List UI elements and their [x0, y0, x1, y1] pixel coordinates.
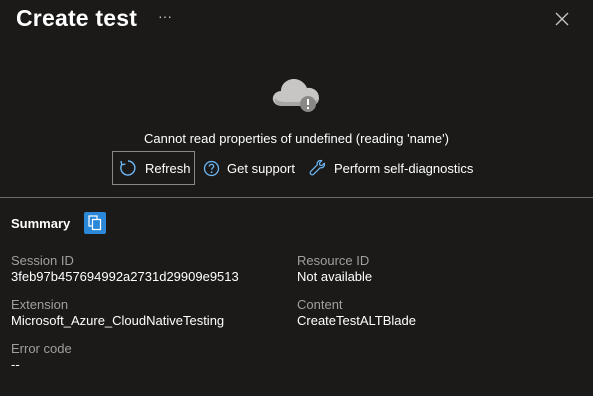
content-value: CreateTestALTBlade	[297, 313, 416, 328]
copy-button[interactable]	[84, 212, 107, 234]
extension-label: Extension	[11, 297, 69, 312]
error-code-label: Error code	[11, 341, 72, 356]
extension-value: Microsoft_Azure_CloudNativeTesting	[11, 313, 225, 328]
divider	[0, 197, 593, 198]
refresh-label: Refresh	[145, 160, 191, 176]
resource-id-value: Not available	[297, 269, 373, 284]
get-support-label: Get support	[227, 160, 295, 176]
session-id-label: Session ID	[11, 253, 74, 268]
error-message: Cannot read properties of undefined (rea…	[144, 131, 449, 146]
help-circle-icon	[203, 160, 220, 176]
more-options-button[interactable]: ···	[157, 8, 173, 24]
refresh-icon	[120, 160, 136, 176]
content-label: Content	[297, 297, 343, 312]
summary-title: Summary	[11, 215, 71, 231]
content-field: Content CreateTestALTBlade	[297, 297, 416, 329]
page-title: Create test	[16, 5, 138, 31]
resource-id-field: Resource ID Not available	[297, 253, 372, 285]
session-id-field: Session ID 3feb97b457694992a2731d29909e9…	[11, 253, 239, 285]
close-icon	[555, 12, 569, 26]
error-code-value: --	[11, 357, 20, 372]
close-button[interactable]	[554, 11, 570, 27]
error-actions: Refresh Get support Perform self-diagnos…	[112, 151, 473, 185]
cloud-error-icon	[272, 74, 322, 114]
copy-icon	[88, 215, 102, 231]
create-test-blade: Create test ··· Cannot read properties o…	[0, 0, 593, 396]
error-code-field: Error code --	[11, 341, 72, 373]
extension-field: Extension Microsoft_Azure_CloudNativeTes…	[11, 297, 224, 329]
get-support-button[interactable]: Get support	[203, 151, 295, 185]
self-diagnostics-button[interactable]: Perform self-diagnostics	[309, 151, 473, 185]
self-diagnostics-label: Perform self-diagnostics	[333, 160, 474, 176]
refresh-button[interactable]: Refresh	[112, 151, 195, 185]
session-id-value: 3feb97b457694992a2731d29909e9513	[11, 269, 239, 284]
resource-id-label: Resource ID	[297, 253, 370, 268]
blade-header: Create test ···	[0, 0, 593, 40]
wrench-icon	[309, 159, 326, 176]
summary-header: Summary	[11, 212, 107, 234]
